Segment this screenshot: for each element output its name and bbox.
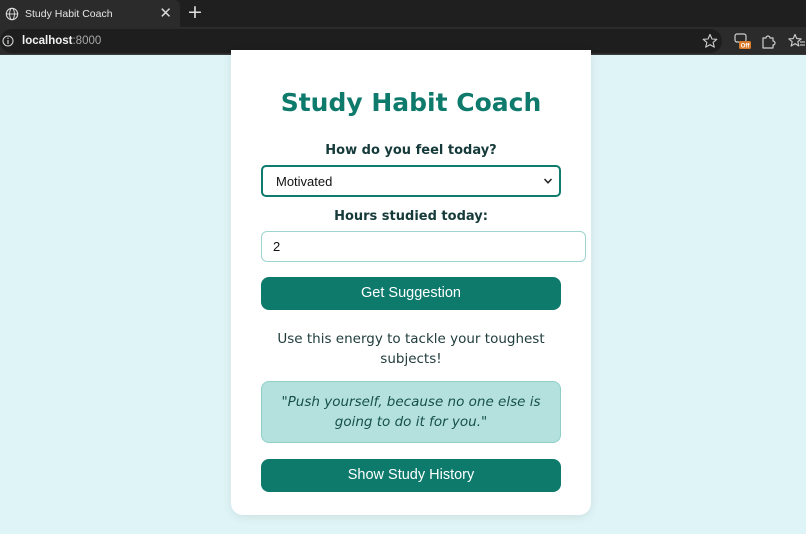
mood-label: How do you feel today? xyxy=(325,143,497,158)
mood-select[interactable]: Motivated xyxy=(261,165,561,197)
mood-select-value: Motivated xyxy=(276,173,333,189)
show-study-history-button[interactable]: Show Study History xyxy=(261,459,561,492)
globe-icon xyxy=(5,7,19,20)
browser-tab-bar: Study Habit Coach ✕ + xyxy=(0,0,806,27)
url-port: :8000 xyxy=(72,35,102,47)
info-icon[interactable] xyxy=(2,35,14,47)
url-host: localhost xyxy=(22,35,73,47)
new-tab-button[interactable]: + xyxy=(185,3,205,23)
page-title: Study Habit Coach xyxy=(280,88,542,117)
extension-badge: Off xyxy=(741,44,751,50)
tab-close-icon[interactable]: ✕ xyxy=(159,6,172,21)
quote-box: "Push yourself, because no one else is g… xyxy=(261,381,561,443)
tab-title: Study Habit Coach xyxy=(25,7,113,20)
extension-off-icon[interactable]: Off xyxy=(733,32,751,50)
hours-input[interactable]: 2 xyxy=(261,231,586,262)
app-card: Study Habit Coach How do you feel today?… xyxy=(231,50,591,515)
favorites-icon[interactable] xyxy=(788,32,806,50)
quote-text: "Push yourself, because no one else is g… xyxy=(281,394,541,430)
hours-label: Hours studied today: xyxy=(334,209,488,224)
suggestion-text: Use this energy to tackle your toughest … xyxy=(277,331,545,367)
star-icon[interactable] xyxy=(702,33,718,49)
puzzle-icon[interactable] xyxy=(760,32,776,50)
browser-tab[interactable]: Study Habit Coach ✕ xyxy=(0,0,180,27)
hours-input-value: 2 xyxy=(273,239,281,254)
get-suggestion-button[interactable]: Get Suggestion xyxy=(261,277,561,310)
chevron-down-icon xyxy=(543,178,553,184)
